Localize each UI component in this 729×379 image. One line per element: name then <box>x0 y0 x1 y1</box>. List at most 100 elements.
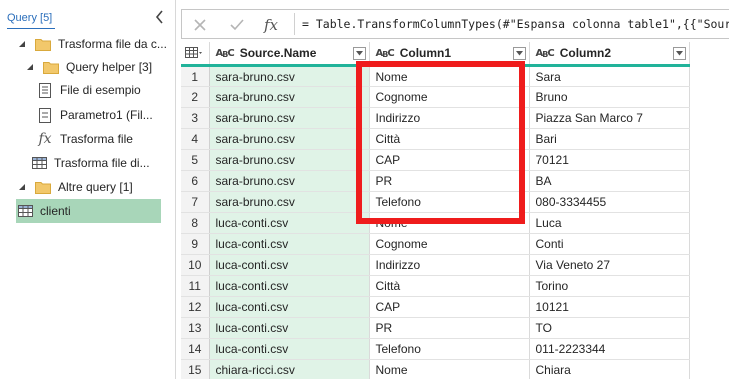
table-row[interactable]: 12 luca-conti.csv CAP 10121 <box>181 296 690 318</box>
row-number[interactable]: 1 <box>181 65 210 87</box>
row-number[interactable]: 6 <box>181 170 210 192</box>
chevron-left-icon[interactable] <box>153 8 167 26</box>
text-type-icon[interactable]: ABC <box>536 48 555 59</box>
table-row[interactable]: 1 sara-bruno.csv Nome Sara <box>181 65 690 87</box>
row-number[interactable]: 8 <box>181 212 210 234</box>
formula-input[interactable]: = Table.TransformColumnTypes(#"Espansa c… <box>302 17 729 33</box>
source-name-cell[interactable]: luca-conti.csv <box>209 233 370 255</box>
column1-cell[interactable]: PR <box>369 170 530 192</box>
row-number[interactable]: 5 <box>181 149 210 171</box>
row-number[interactable]: 12 <box>181 296 210 318</box>
text-type-icon[interactable]: ABC <box>216 48 235 59</box>
row-number[interactable]: 2 <box>181 86 210 108</box>
column-header-column2[interactable]: ABC Column2 <box>529 42 690 66</box>
column-filter-button[interactable] <box>352 46 366 60</box>
confirm-button[interactable] <box>226 14 248 36</box>
column1-cell[interactable]: Cognome <box>369 233 530 255</box>
column1-cell[interactable]: Indirizzo <box>369 107 530 129</box>
column2-cell[interactable]: Bari <box>529 128 690 150</box>
cancel-button[interactable] <box>189 14 211 36</box>
column2-cell[interactable]: Piazza San Marco 7 <box>529 107 690 129</box>
column1-cell[interactable]: Telefono <box>369 191 530 213</box>
source-name-cell[interactable]: sara-bruno.csv <box>209 149 370 171</box>
query-tree-item[interactable]: Query helper [3] <box>24 55 170 79</box>
source-name-cell[interactable]: sara-bruno.csv <box>209 86 370 108</box>
source-name-cell[interactable]: luca-conti.csv <box>209 254 370 276</box>
row-number[interactable]: 11 <box>181 275 210 297</box>
table-row[interactable]: 14 luca-conti.csv Telefono 011-2223344 <box>181 338 690 360</box>
column1-cell[interactable]: Cognome <box>369 86 530 108</box>
column2-cell[interactable]: Torino <box>529 275 690 297</box>
table-row[interactable]: 6 sara-bruno.csv PR BA <box>181 170 690 192</box>
column2-cell[interactable]: Conti <box>529 233 690 255</box>
table-row[interactable]: 10 luca-conti.csv Indirizzo Via Veneto 27 <box>181 254 690 276</box>
row-number[interactable]: 4 <box>181 128 210 150</box>
expand-arrow-icon[interactable] <box>16 181 28 193</box>
source-name-cell[interactable]: luca-conti.csv <box>209 275 370 297</box>
column1-cell[interactable]: Nome <box>369 359 530 379</box>
source-name-cell[interactable]: sara-bruno.csv <box>209 191 370 213</box>
source-name-cell[interactable]: sara-bruno.csv <box>209 107 370 129</box>
row-number[interactable]: 9 <box>181 233 210 255</box>
column-header-source-name[interactable]: ABC Source.Name <box>209 42 370 66</box>
column2-cell[interactable]: 080-3334455 <box>529 191 690 213</box>
query-tree-item[interactable]: clienti <box>16 199 161 223</box>
source-name-cell[interactable]: luca-conti.csv <box>209 338 370 360</box>
row-number[interactable]: 13 <box>181 317 210 339</box>
column2-cell[interactable]: TO <box>529 317 690 339</box>
source-name-cell[interactable]: sara-bruno.csv <box>209 128 370 150</box>
column1-cell[interactable]: Città <box>369 128 530 150</box>
table-menu-button[interactable] <box>181 42 210 66</box>
table-row[interactable]: 11 luca-conti.csv Città Torino <box>181 275 690 297</box>
table-row[interactable]: 4 sara-bruno.csv Città Bari <box>181 128 690 150</box>
column-header-column1[interactable]: ABC Column1 <box>369 42 530 66</box>
table-row[interactable]: 9 luca-conti.csv Cognome Conti <box>181 233 690 255</box>
column2-cell[interactable]: 70121 <box>529 149 690 171</box>
row-number[interactable]: 3 <box>181 107 210 129</box>
expand-arrow-icon[interactable] <box>24 61 36 73</box>
table-row[interactable]: 3 sara-bruno.csv Indirizzo Piazza San Marco… <box>181 107 690 129</box>
table-row[interactable]: 15 chiara-ricci.csv Nome Chiara <box>181 359 690 379</box>
table-row[interactable]: 5 sara-bruno.csv CAP 70121 <box>181 149 690 171</box>
column2-cell[interactable]: BA <box>529 170 690 192</box>
row-number[interactable]: 15 <box>181 359 210 379</box>
column2-cell[interactable]: Sara <box>529 65 690 87</box>
column1-cell[interactable]: Nome <box>369 212 530 234</box>
text-type-icon[interactable]: ABC <box>376 48 395 59</box>
column1-cell[interactable]: Indirizzo <box>369 254 530 276</box>
source-name-cell[interactable]: luca-conti.csv <box>209 296 370 318</box>
column1-cell[interactable]: CAP <box>369 149 530 171</box>
table-row[interactable]: 13 luca-conti.csv PR TO <box>181 317 690 339</box>
query-tree-item[interactable]: Trasforma file da c... <box>16 32 170 56</box>
query-tree-item[interactable]: File di esempio <box>36 78 170 102</box>
column-filter-button[interactable] <box>512 46 526 60</box>
source-name-cell[interactable]: luca-conti.csv <box>209 317 370 339</box>
column2-cell[interactable]: 10121 <box>529 296 690 318</box>
query-tree-item[interactable]: Parametro1 (Fil... <box>36 103 170 127</box>
table-row[interactable]: 2 sara-bruno.csv Cognome Bruno <box>181 86 690 108</box>
row-number[interactable]: 10 <box>181 254 210 276</box>
source-name-cell[interactable]: chiara-ricci.csv <box>209 359 370 379</box>
column2-cell[interactable]: Bruno <box>529 86 690 108</box>
table-row[interactable]: 7 sara-bruno.csv Telefono 080-3334455 <box>181 191 690 213</box>
query-tree-item[interactable]: fx Trasforma file <box>36 127 170 151</box>
source-name-cell[interactable]: sara-bruno.csv <box>209 170 370 192</box>
column2-cell[interactable]: 011-2223344 <box>529 338 690 360</box>
query-tree-item[interactable]: Trasforma file di... <box>30 151 170 175</box>
column1-cell[interactable]: Nome <box>369 65 530 87</box>
pane-separator[interactable] <box>175 0 176 379</box>
table-row[interactable]: 8 luca-conti.csv Nome Luca <box>181 212 690 234</box>
column1-cell[interactable]: CAP <box>369 296 530 318</box>
queries-title[interactable]: Query [5] <box>7 12 52 24</box>
column2-cell[interactable]: Chiara <box>529 359 690 379</box>
column1-cell[interactable]: PR <box>369 317 530 339</box>
column1-cell[interactable]: Città <box>369 275 530 297</box>
fx-button[interactable]: fx <box>260 14 282 36</box>
source-name-cell[interactable]: sara-bruno.csv <box>209 65 370 87</box>
row-number[interactable]: 7 <box>181 191 210 213</box>
column2-cell[interactable]: Via Veneto 27 <box>529 254 690 276</box>
expand-arrow-icon[interactable] <box>16 38 28 50</box>
row-number[interactable]: 14 <box>181 338 210 360</box>
source-name-cell[interactable]: luca-conti.csv <box>209 212 370 234</box>
query-tree-item[interactable]: Altre query [1] <box>16 175 170 199</box>
